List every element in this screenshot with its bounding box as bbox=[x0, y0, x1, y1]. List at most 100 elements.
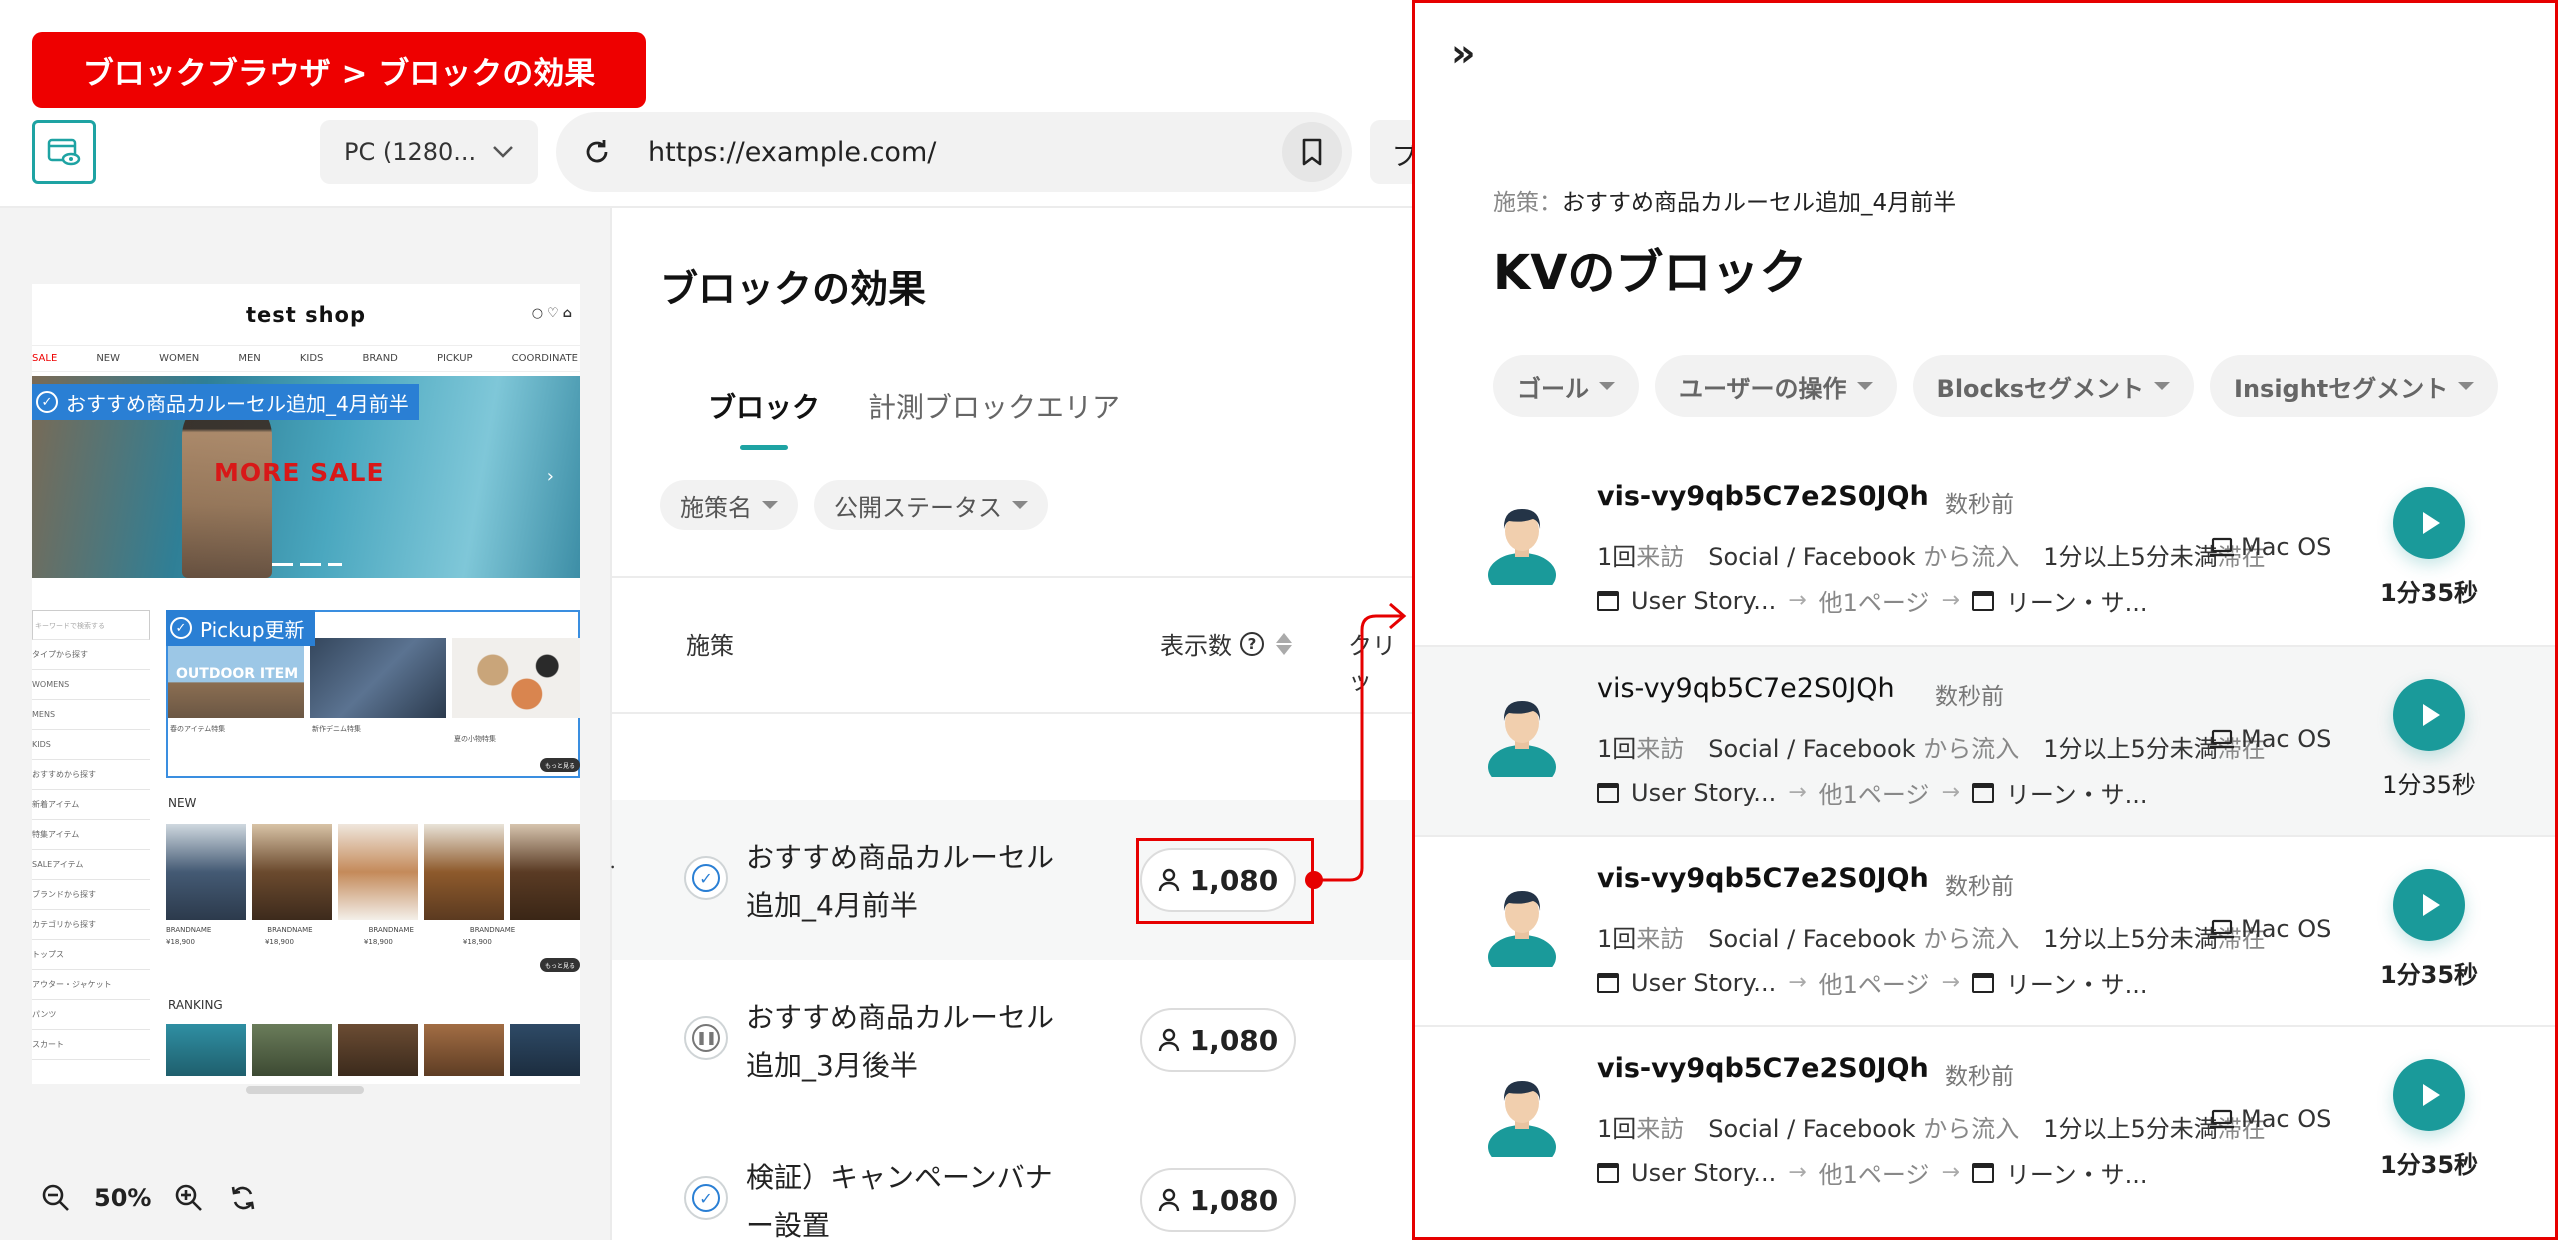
table-row[interactable]: ❚❚ おすすめ商品カルーセル追加_3月後半 1,080 bbox=[612, 960, 1412, 1120]
visit-row[interactable]: vis-vy9qb5C7e2S0JQh 数秒前 1回来訪 Social / Fa… bbox=[1415, 645, 2555, 837]
visit-page-first[interactable]: User Story... bbox=[1631, 779, 1776, 807]
row-campaign-name[interactable]: おすすめ商品カルーセル追加_3月後半 bbox=[746, 994, 1076, 1090]
zoom-out-icon[interactable] bbox=[40, 1182, 72, 1214]
side-menu-item[interactable]: 特集アイテム bbox=[32, 820, 150, 850]
side-menu-item[interactable]: WOMENS bbox=[32, 670, 150, 700]
visitor-avatar bbox=[1488, 891, 1556, 967]
filter-publish-status[interactable]: 公開ステータス bbox=[814, 480, 1048, 530]
filter-user-action[interactable]: ユーザーの操作 bbox=[1655, 355, 1897, 417]
views-count-pill[interactable]: 1,080 bbox=[1140, 1168, 1296, 1232]
bookmark-icon[interactable] bbox=[1282, 122, 1342, 182]
visit-page-last[interactable]: リーン・サ... bbox=[2006, 583, 2148, 618]
filter-goal[interactable]: ゴール bbox=[1493, 355, 1639, 417]
shop-nav-item[interactable]: NEW bbox=[96, 353, 120, 364]
product-image[interactable] bbox=[424, 824, 504, 920]
chevron-right-icon[interactable]: › bbox=[547, 466, 554, 487]
pickup-block-tag[interactable]: ✓ Pickup更新 bbox=[166, 610, 315, 646]
ranking-image[interactable] bbox=[166, 1024, 246, 1076]
breadcrumb-value: おすすめ商品カルーセル追加_4月前半 bbox=[1562, 190, 1957, 216]
tab-blocks[interactable]: ブロック bbox=[708, 386, 820, 450]
side-menu-item[interactable]: アウター・ジャケット bbox=[32, 970, 150, 1000]
url-text[interactable]: https://example.com/ bbox=[648, 137, 936, 168]
caret-down-icon bbox=[1856, 382, 1873, 390]
tab-measured-areas[interactable]: 計測ブロックエリア bbox=[868, 386, 1120, 426]
product-image[interactable] bbox=[166, 824, 246, 920]
product-image[interactable] bbox=[510, 824, 580, 920]
shop-nav-item[interactable]: SALE bbox=[32, 353, 57, 364]
views-count-pill[interactable]: 1,080 bbox=[1140, 1008, 1296, 1072]
column-header-clicks[interactable]: クリッ bbox=[1348, 626, 1412, 696]
ranking-image[interactable] bbox=[338, 1024, 418, 1076]
column-header-views[interactable]: 表示数 ? bbox=[1160, 626, 1292, 661]
ranking-image[interactable] bbox=[252, 1024, 332, 1076]
play-replay-button[interactable] bbox=[2393, 1059, 2465, 1131]
side-menu-item[interactable]: おすすめから探す bbox=[32, 760, 150, 790]
sort-icon[interactable] bbox=[1276, 632, 1292, 655]
visit-row[interactable]: vis-vy9qb5C7e2S0JQh 数秒前 1回来訪 Social / Fa… bbox=[1415, 455, 2555, 647]
url-bar[interactable]: https://example.com/ bbox=[556, 112, 1352, 192]
pickup-image-outdoor[interactable]: OUTDOOR ITEM bbox=[168, 638, 304, 718]
side-menu-item[interactable]: MENS bbox=[32, 700, 150, 730]
pickup-image-accessories[interactable] bbox=[452, 638, 580, 718]
filter-insight-segment[interactable]: Insightセグメント bbox=[2210, 355, 2499, 417]
filter-blocks-segment[interactable]: Blocksセグメント bbox=[1912, 355, 2195, 417]
product-image[interactable] bbox=[252, 824, 332, 920]
visit-page-first[interactable]: User Story... bbox=[1631, 1159, 1776, 1187]
visit-page-first[interactable]: User Story... bbox=[1631, 969, 1776, 997]
shop-nav-item[interactable]: COORDINATE bbox=[512, 353, 578, 364]
visit-row[interactable]: vis-vy9qb5C7e2S0JQh 数秒前 1回来訪 Social / Fa… bbox=[1415, 835, 2555, 1027]
side-menu-item[interactable]: スカート bbox=[32, 1030, 150, 1060]
shop-nav-item[interactable]: PICKUP bbox=[437, 353, 473, 364]
device-select[interactable]: PC (1280... bbox=[320, 120, 538, 184]
reload-icon[interactable] bbox=[580, 135, 614, 169]
brand-caption: BRANDNAME bbox=[166, 926, 212, 934]
preview-pane: test shop ○♡⌂ SALE NEW WOMEN MEN KIDS BR… bbox=[0, 208, 612, 1240]
refresh-icon[interactable] bbox=[227, 1182, 259, 1214]
side-menu-item[interactable]: 新着アイテム bbox=[32, 790, 150, 820]
collapse-panel-icon[interactable]: » bbox=[1451, 31, 1476, 75]
pickup-image-denim[interactable] bbox=[310, 638, 446, 718]
side-menu-item[interactable]: KIDS bbox=[32, 730, 150, 760]
shop-nav-item[interactable]: KIDS bbox=[300, 353, 324, 364]
more-button[interactable]: もっと見る bbox=[540, 958, 580, 972]
play-replay-button[interactable] bbox=[2393, 487, 2465, 559]
side-search-input[interactable]: キーワードで検索する bbox=[32, 610, 150, 640]
more-button[interactable]: もっと見る bbox=[540, 758, 580, 772]
shop-nav-item[interactable]: WOMEN bbox=[159, 353, 199, 364]
preview-mode-button[interactable] bbox=[32, 120, 96, 184]
zoom-in-icon[interactable] bbox=[173, 1182, 205, 1214]
site-preview[interactable]: test shop ○♡⌂ SALE NEW WOMEN MEN KIDS BR… bbox=[32, 284, 580, 1084]
table-row[interactable]: ✓ 検証）キャンペーンバナー設置 1,080 bbox=[612, 1120, 1412, 1240]
row-campaign-name[interactable]: おすすめ商品カルーセル追加_4月前半 bbox=[746, 834, 1076, 930]
side-menu-item[interactable]: SALEアイテム bbox=[32, 850, 150, 880]
product-image[interactable] bbox=[338, 824, 418, 920]
play-replay-button[interactable] bbox=[2393, 869, 2465, 941]
preview-scrollbar[interactable] bbox=[246, 1086, 364, 1094]
visit-page-first[interactable]: User Story... bbox=[1631, 587, 1776, 615]
carousel-dots[interactable] bbox=[272, 563, 342, 566]
side-menu-item[interactable]: パンツ bbox=[32, 1000, 150, 1030]
filter-campaign-name[interactable]: 施策名 bbox=[660, 480, 798, 530]
side-menu-item[interactable]: カテゴリから探す bbox=[32, 910, 150, 940]
row-campaign-name[interactable]: 検証）キャンペーンバナー設置 bbox=[746, 1154, 1076, 1240]
filter-label: 公開ステータス bbox=[834, 493, 1002, 522]
shop-nav-item[interactable]: MEN bbox=[238, 353, 260, 364]
visit-id[interactable]: vis-vy9qb5C7e2S0JQh bbox=[1597, 673, 1895, 704]
side-menu-item[interactable]: トップス bbox=[32, 940, 150, 970]
shop-nav-item[interactable]: BRAND bbox=[362, 353, 397, 364]
play-replay-button[interactable] bbox=[2393, 679, 2465, 751]
visit-row[interactable]: vis-vy9qb5C7e2S0JQh 数秒前 1回来訪 Social / Fa… bbox=[1415, 1025, 2555, 1217]
side-menu-item[interactable]: ブランドから探す bbox=[32, 880, 150, 910]
side-menu-item[interactable]: タイプから探す bbox=[32, 640, 150, 670]
visit-count: 1回来訪 bbox=[1597, 925, 1685, 953]
help-icon[interactable]: ? bbox=[1240, 631, 1264, 656]
visit-page-last[interactable]: リーン・サ... bbox=[2006, 775, 2148, 810]
visit-page-last[interactable]: リーン・サ... bbox=[2006, 1155, 2148, 1190]
visit-id[interactable]: vis-vy9qb5C7e2S0JQh bbox=[1597, 481, 1929, 512]
visit-id[interactable]: vis-vy9qb5C7e2S0JQh bbox=[1597, 1053, 1929, 1084]
ranking-image[interactable] bbox=[510, 1024, 580, 1076]
ranking-image[interactable] bbox=[424, 1024, 504, 1076]
visit-page-last[interactable]: リーン・サ... bbox=[2006, 965, 2148, 1000]
kv-block-tag[interactable]: ✓ おすすめ商品カルーセル追加_4月前半 bbox=[32, 384, 419, 420]
visit-id[interactable]: vis-vy9qb5C7e2S0JQh bbox=[1597, 863, 1929, 894]
